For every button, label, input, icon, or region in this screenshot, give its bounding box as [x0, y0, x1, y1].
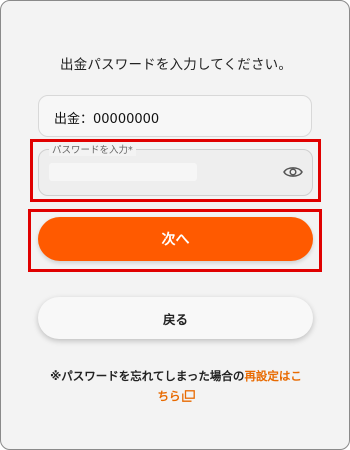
withdrawal-amount-value: 出金：00000000	[54, 112, 160, 127]
withdrawal-amount-field: 出金：00000000	[38, 95, 312, 137]
next-button[interactable]: 次へ	[38, 217, 313, 261]
password-input[interactable]	[49, 163, 197, 181]
password-field[interactable]: パスワードを入力*	[38, 142, 313, 196]
external-link-icon[interactable]	[181, 390, 195, 402]
forgot-password-note: ※パスワードを忘れてしまった場合の再設定はこちら	[1, 366, 350, 406]
instruction-text: 出金パスワードを入力してください。	[59, 57, 293, 73]
password-field-label: パスワードを入力*	[49, 142, 136, 156]
dialog-frame: 出金パスワードを入力してください。 出金：00000000 パスワードを入力* …	[0, 0, 350, 450]
back-button[interactable]: 戻る	[38, 297, 313, 339]
forgot-password-text: ※パスワードを忘れてしまった場合の	[50, 369, 245, 383]
reset-link-part1[interactable]: 再設定はこ	[244, 369, 302, 383]
reset-link-part2[interactable]: ちら	[158, 389, 181, 403]
eye-icon[interactable]	[283, 164, 303, 180]
